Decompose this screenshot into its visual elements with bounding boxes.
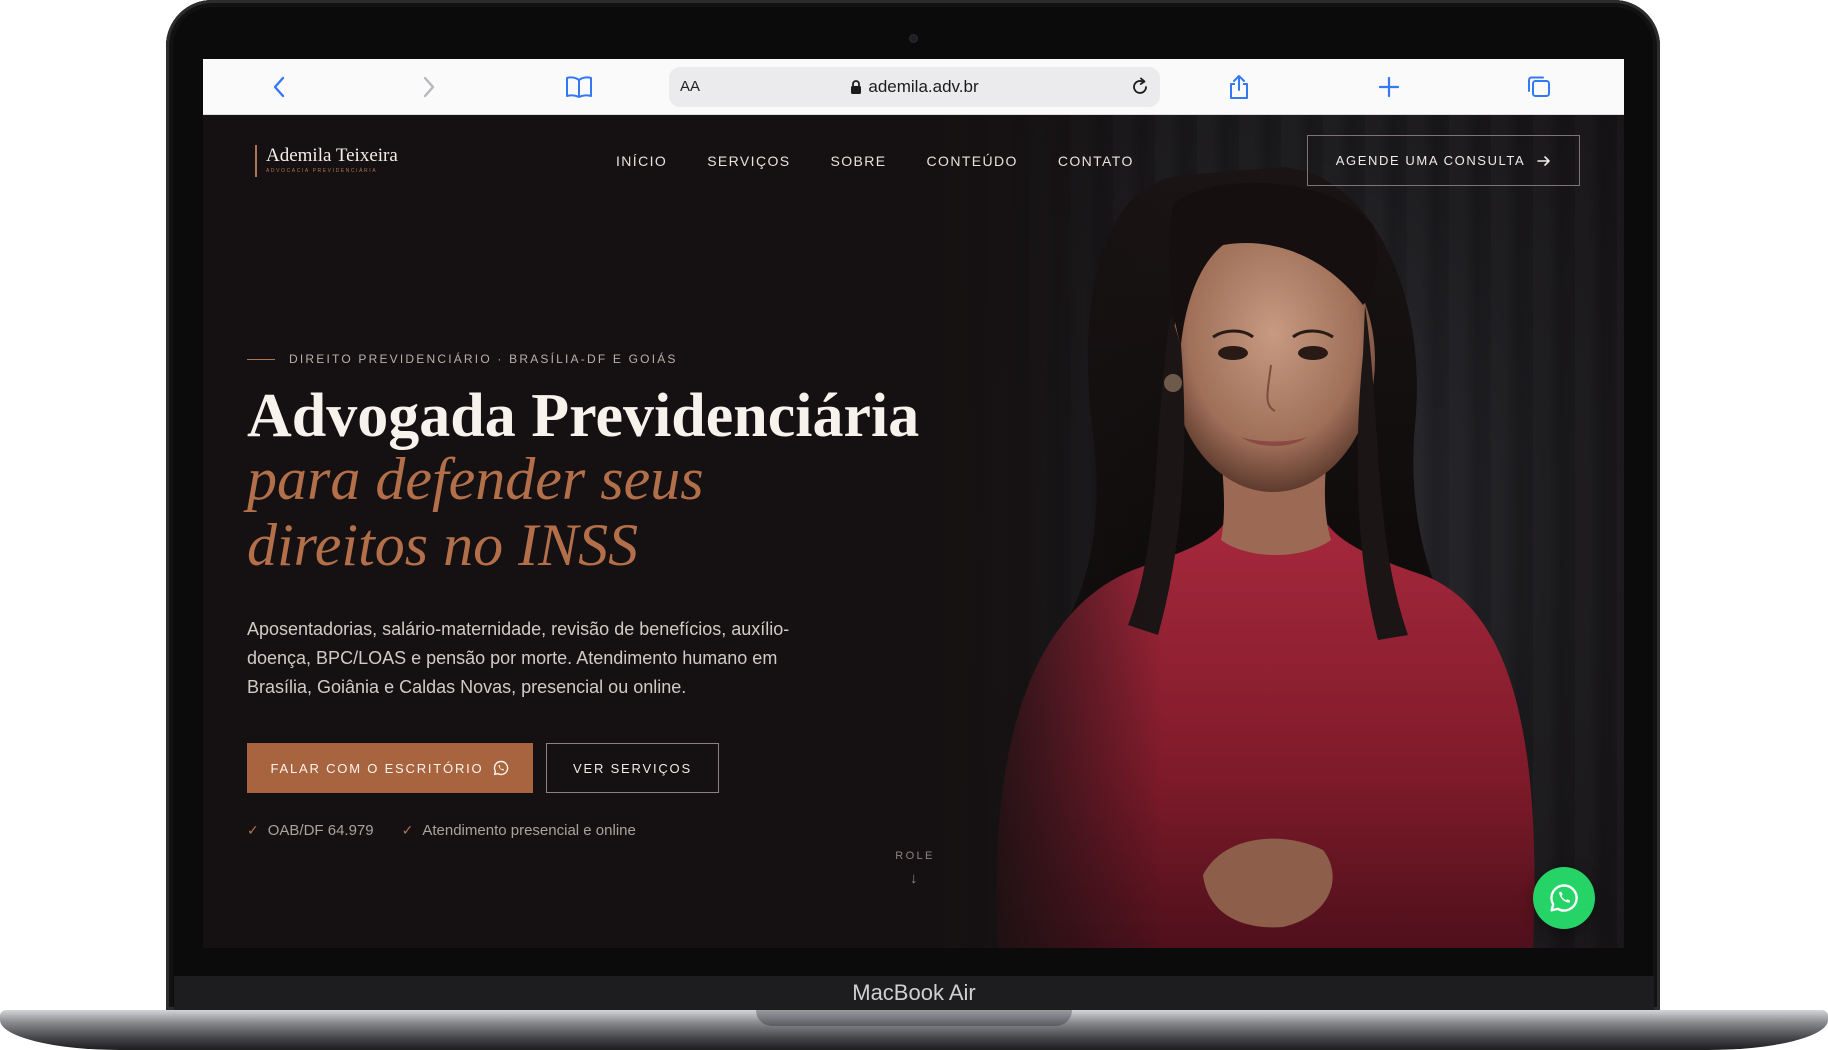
whatsapp-float-button[interactable]: [1533, 867, 1595, 929]
nav-item-contato[interactable]: CONTATO: [1058, 153, 1134, 169]
logo-subtitle: ADVOCACIA PREVIDENCIÁRIA: [266, 168, 378, 174]
nav-item-inicio[interactable]: INÍCIO: [616, 153, 667, 169]
share-icon[interactable]: [1225, 73, 1253, 101]
laptop-notch: [756, 1010, 1072, 1026]
credentials-list: ✓ OAB/DF 64.979 ✓ Atendimento presencial…: [247, 822, 636, 839]
arrow-down-icon: ↓: [910, 870, 920, 887]
scroll-hint-label: ROLE: [895, 850, 935, 862]
eyebrow-line: [247, 358, 275, 360]
eyebrow-text: DIREITO PREVIDENCIÁRIO · BRASÍLIA-DF E G…: [289, 352, 678, 366]
url-display[interactable]: ademila.adv.br: [669, 67, 1160, 107]
hero-title-accent: para defender seus direitos no INSS: [247, 446, 704, 578]
credential-label: OAB/DF 64.979: [267, 822, 374, 839]
address-bar[interactable]: AA ademila.adv.br: [669, 67, 1160, 107]
hero-description: Aposentadorias, salário-maternidade, rev…: [247, 619, 790, 697]
credential-item: ✓ Atendimento presencial e online: [402, 822, 636, 839]
contact-office-button[interactable]: FALAR COM O ESCRITÓRIO: [247, 743, 533, 793]
tabs-overview-icon[interactable]: [1525, 73, 1553, 101]
site-logo[interactable]: Ademila Teixeira ADVOCACIA PREVIDENCIÁRI…: [255, 145, 398, 177]
new-tab-icon[interactable]: [1375, 73, 1403, 101]
lock-icon: [851, 79, 862, 94]
view-services-button[interactable]: VER SERVIÇOS: [546, 743, 719, 793]
nav-item-servicos[interactable]: SERVIÇOS: [707, 153, 790, 169]
check-icon: ✓: [247, 822, 259, 838]
check-icon: ✓: [401, 822, 414, 838]
whatsapp-icon: [494, 760, 509, 776]
credential-item: ✓ OAB/DF 64.979: [247, 822, 374, 839]
screen: AA ademila.adv.br Ademila Teixeira ADVOC…: [203, 59, 1624, 948]
view-services-label: VER SERVIÇOS: [573, 760, 692, 776]
main-nav: INÍCIO SERVIÇOS SOBRE CONTEÚDO CONTATO: [616, 153, 1134, 169]
whatsapp-icon: [1550, 884, 1578, 912]
contact-office-label: FALAR COM O ESCRITÓRIO: [270, 760, 484, 776]
forward-icon[interactable]: [415, 73, 443, 101]
scroll-hint[interactable]: ROLE ↓: [885, 850, 945, 887]
url-text: ademila.adv.br: [868, 77, 979, 96]
hero-eyebrow: DIREITO PREVIDENCIÁRIO · BRASÍLIA-DF E G…: [247, 352, 678, 366]
hero-title: Advogada Previdenciária: [247, 382, 920, 450]
nav-item-sobre[interactable]: SOBRE: [831, 153, 887, 169]
website: Ademila Teixeira ADVOCACIA PREVIDENCIÁRI…: [203, 115, 1624, 948]
reload-icon[interactable]: [1126, 73, 1154, 101]
browser-toolbar: AA ademila.adv.br: [203, 59, 1624, 115]
logo-name: Ademila Teixeira: [266, 145, 398, 166]
credential-label: Atendimento presencial e online: [422, 822, 636, 839]
schedule-consultation-label: AGENDE UMA CONSULTA: [1335, 153, 1526, 168]
camera: [909, 34, 918, 43]
photo-fade: [903, 115, 1163, 948]
bookmarks-icon[interactable]: [565, 73, 593, 101]
device-label: MacBook Air: [852, 980, 976, 1005]
back-icon[interactable]: [265, 73, 293, 101]
nav-item-conteudo[interactable]: CONTEÚDO: [927, 153, 1018, 169]
schedule-consultation-button[interactable]: AGENDE UMA CONSULTA: [1307, 135, 1580, 186]
arrow-right-icon: [1537, 155, 1551, 166]
